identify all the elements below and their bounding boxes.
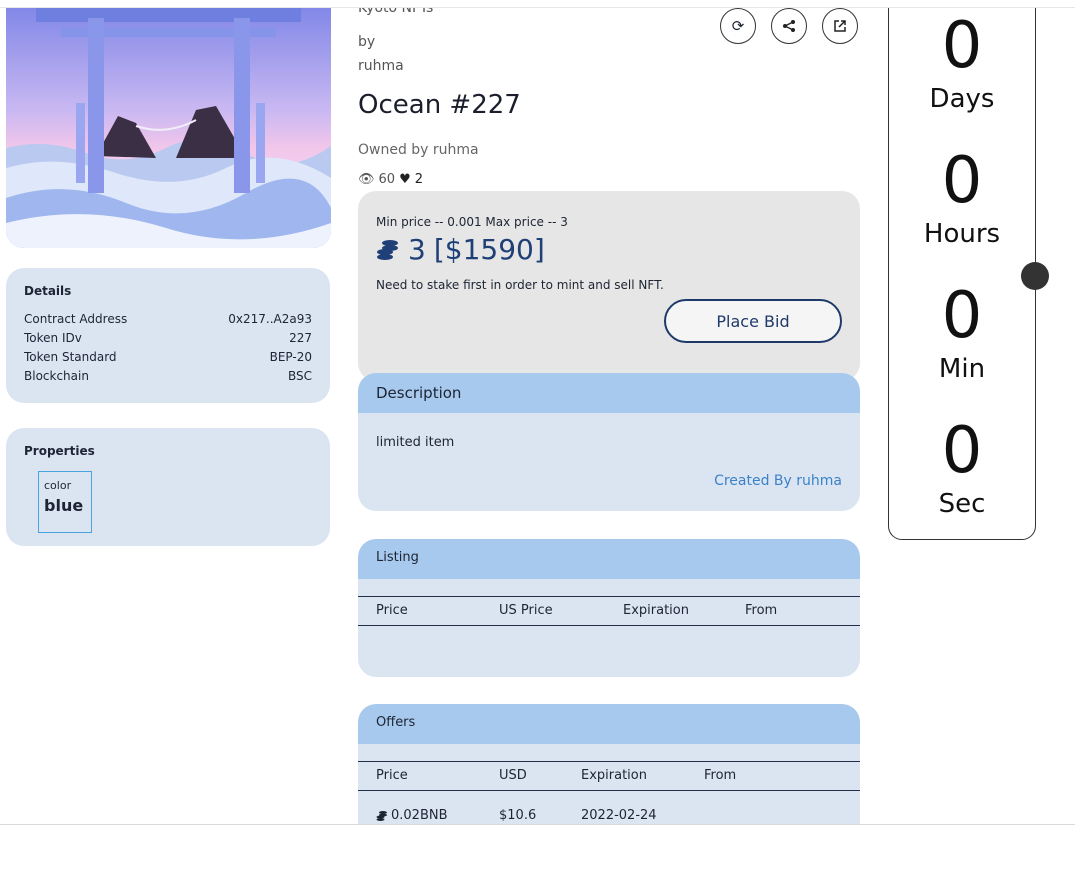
column-header: USD [499, 768, 527, 783]
details-label: Contract Address [24, 312, 128, 326]
page-viewport: Details Contract Address 0x217..A2a93 To… [0, 7, 1075, 825]
details-row-contract: Contract Address 0x217..A2a93 [24, 312, 312, 330]
column-header: Price [376, 768, 408, 783]
minutes-value: 0 [941, 279, 983, 353]
price-usd: [$1590] [433, 233, 545, 266]
column-header: US Price [499, 603, 553, 618]
properties-card: Properties color blue [6, 428, 330, 546]
details-value: 227 [289, 331, 312, 345]
share-button[interactable] [771, 8, 807, 44]
listing-header[interactable]: Listing [358, 539, 860, 579]
property-value: blue [44, 496, 84, 515]
collection-name[interactable]: Kyoto NFTs [358, 8, 433, 16]
nft-image[interactable] [6, 8, 331, 248]
offers-heading: Offers [376, 715, 416, 730]
created-by-link[interactable]: Created By ruhma [714, 473, 842, 489]
offers-header[interactable]: Offers [358, 704, 860, 744]
properties-heading: Properties [24, 444, 95, 458]
offer-price-cell: 0.02BNB [376, 808, 448, 823]
share-icon [783, 20, 795, 32]
refresh-button[interactable]: ⟳ [720, 8, 756, 44]
contract-address-value[interactable]: 0x217..A2a93 [228, 312, 312, 330]
views-count: 60 [378, 172, 396, 187]
hours-label: Hours [923, 219, 1001, 249]
listing-card: Listing Price US Price Expiration From [358, 539, 860, 677]
seconds-label: Sec [938, 489, 986, 519]
description-card: Description limited item Created By ruhm… [358, 373, 860, 511]
seconds-value: 0 [941, 414, 983, 488]
min-max-price: Min price -- 0.001 Max price -- 3 [376, 215, 568, 229]
offer-price: 0.02BNB [391, 808, 448, 823]
days-value: 0 [941, 9, 983, 83]
external-link-icon [834, 20, 846, 32]
column-header: Price [376, 603, 408, 618]
place-bid-button[interactable]: Place Bid [664, 299, 842, 343]
description-heading: Description [376, 384, 462, 402]
column-header: Expiration [581, 768, 647, 783]
details-row-token-standard: Token Standard BEP-20 [24, 350, 312, 368]
property-chip[interactable]: color blue [38, 471, 92, 533]
offer-expiration: 2022-02-24 [581, 808, 657, 823]
days-label: Days [929, 84, 995, 114]
price-amount: 3 [408, 233, 426, 266]
listing-heading: Listing [376, 550, 419, 565]
countdown-timer: 0 Days 0 Hours 0 Min 0 Sec [888, 8, 1036, 540]
timer-toggle-handle[interactable] [1021, 262, 1049, 290]
details-value: BSC [287, 369, 312, 383]
details-row-blockchain: Blockchain BSC [24, 369, 312, 387]
details-label: Token Standard [24, 350, 117, 364]
details-label: Blockchain [24, 369, 89, 383]
description-header[interactable]: Description [358, 373, 860, 413]
property-key: color [44, 479, 72, 492]
column-header: Expiration [623, 603, 689, 618]
minutes-label: Min [938, 354, 986, 384]
external-link-button[interactable] [822, 8, 858, 44]
details-row-token-id: Token IDv 227 [24, 331, 312, 349]
owned-by: Owned by ruhma [358, 142, 479, 158]
hours-value: 0 [941, 144, 983, 218]
details-label: Token IDv [24, 331, 82, 345]
nft-title: Ocean #227 [358, 90, 521, 120]
heart-icon[interactable]: ♥ [399, 172, 411, 187]
by-label: by [358, 34, 376, 50]
coins-icon [376, 810, 387, 821]
details-card: Details Contract Address 0x217..A2a93 To… [6, 268, 330, 403]
eye-icon: 👁 [358, 172, 375, 187]
price-card: Min price -- 0.001 Max price -- 3 3 [$15… [358, 191, 860, 381]
likes-count: 2 [414, 172, 423, 187]
creator-name[interactable]: ruhma [358, 58, 404, 74]
listing-table-header: Price US Price Expiration From [358, 596, 860, 626]
refresh-icon: ⟳ [731, 17, 745, 35]
offer-usd: $10.6 [499, 808, 537, 823]
details-value: BEP-20 [269, 350, 312, 364]
item-stats: 👁 60 ♥ 2 [358, 172, 423, 187]
details-heading: Details [24, 284, 72, 298]
column-header: From [704, 768, 737, 783]
stake-note: Need to stake first in order to mint and… [376, 278, 664, 292]
coins-icon [377, 239, 398, 260]
offers-table-header: Price USD Expiration From [358, 761, 860, 791]
current-price: 3 [$1590] [376, 233, 545, 266]
offers-card: Offers Price USD Expiration From 0.02BNB… [358, 704, 860, 824]
description-text: limited item [376, 435, 455, 450]
column-header: From [745, 603, 778, 618]
